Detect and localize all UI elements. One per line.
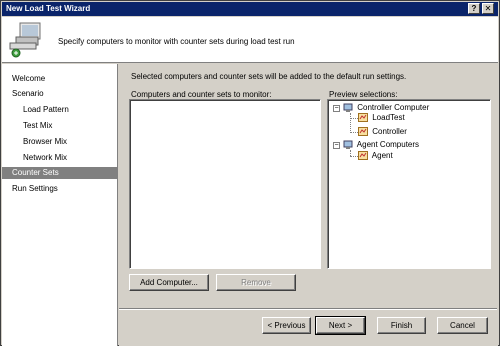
nav-item-browser-mix[interactable]: Browser Mix	[23, 136, 67, 148]
nav-item-run-settings[interactable]: Run Settings	[12, 183, 58, 195]
close-button[interactable]: ✕	[482, 3, 494, 14]
nav-item-label: Welcome	[12, 74, 46, 83]
remove-button[interactable]: Remove	[216, 274, 296, 291]
tree-line	[350, 118, 358, 119]
expand-controller-toggle[interactable]: −	[333, 105, 340, 112]
tree-node-label: Agent	[371, 151, 393, 160]
nav-item-label: Run Settings	[12, 184, 58, 193]
window-title: New Load Test Wizard	[6, 4, 91, 13]
previous-button[interactable]: < Previous	[262, 317, 311, 334]
counter-set-icon	[358, 127, 368, 137]
nav-item-label: Test Mix	[23, 121, 53, 130]
nav-item-label: Scenario	[12, 89, 44, 98]
nav-item-label: Browser Mix	[23, 137, 68, 146]
computer-icon	[343, 140, 353, 149]
tree-node-label: LoadTest	[372, 113, 405, 122]
tree-node-label: Agent Computers	[356, 140, 420, 150]
wizard-window: New Load Test Wizard ? ✕ Specify compute…	[0, 0, 500, 346]
computers-list[interactable]	[129, 99, 321, 269]
nav-item-label: Load Pattern	[23, 105, 69, 114]
tree-node-controller-set[interactable]: Controller	[358, 127, 407, 137]
nav-item-label: Counter Sets	[12, 168, 59, 177]
next-button[interactable]: Next >	[315, 316, 366, 335]
wizard-header: Specify computers to monitor with counte…	[2, 17, 498, 63]
tree-line	[350, 156, 358, 157]
help-button[interactable]: ?	[468, 3, 480, 14]
preview-label: Preview selections:	[329, 90, 398, 99]
tree-node-agents[interactable]: Agent Computers	[343, 140, 419, 150]
tree-node-label: Controller Computer	[357, 103, 430, 113]
nav-item-label: Network Mix	[23, 153, 68, 162]
tree-line	[350, 132, 358, 133]
title-bar: New Load Test Wizard ? ✕	[2, 2, 498, 16]
tree-node-label: Controller	[372, 127, 407, 136]
computer-monitor-icon	[9, 22, 41, 58]
nav-item-welcome[interactable]: Welcome	[12, 73, 45, 85]
add-computer-button[interactable]: Add Computer...	[129, 274, 209, 291]
footer-separator	[119, 308, 497, 310]
header-text: Specify computers to monitor with counte…	[58, 37, 295, 46]
nav-item-scenario[interactable]: Scenario	[12, 88, 44, 100]
help-icon: ?	[471, 4, 477, 13]
counter-set-icon	[358, 151, 368, 161]
instructions-text: Selected computers and counter sets will…	[131, 72, 407, 81]
close-icon: ✕	[484, 4, 492, 13]
cancel-button[interactable]: Cancel	[437, 317, 488, 334]
nav-item-test-mix[interactable]: Test Mix	[23, 120, 52, 132]
tree-node-agent[interactable]: Agent	[358, 151, 393, 161]
tree-node-controller[interactable]: Controller Computer	[343, 103, 429, 113]
preview-tree[interactable]: − Controller Computer LoadTest Controlle…	[327, 99, 491, 269]
computer-icon	[343, 103, 353, 112]
nav-item-load-pattern[interactable]: Load Pattern	[23, 104, 69, 116]
finish-button[interactable]: Finish	[377, 317, 426, 334]
computers-list-label: Computers and counter sets to monitor:	[131, 90, 272, 99]
counter-set-icon	[358, 113, 368, 123]
wizard-content: Selected computers and counter sets will…	[119, 64, 498, 346]
nav-item-network-mix[interactable]: Network Mix	[23, 152, 67, 164]
wizard-nav: Welcome Scenario Load Pattern Test Mix B…	[2, 64, 118, 346]
tree-node-loadtest[interactable]: LoadTest	[358, 113, 405, 123]
nav-item-counter-sets[interactable]: Counter Sets	[2, 167, 118, 179]
expand-agents-toggle[interactable]: −	[333, 142, 340, 149]
tree-line	[350, 113, 351, 133]
